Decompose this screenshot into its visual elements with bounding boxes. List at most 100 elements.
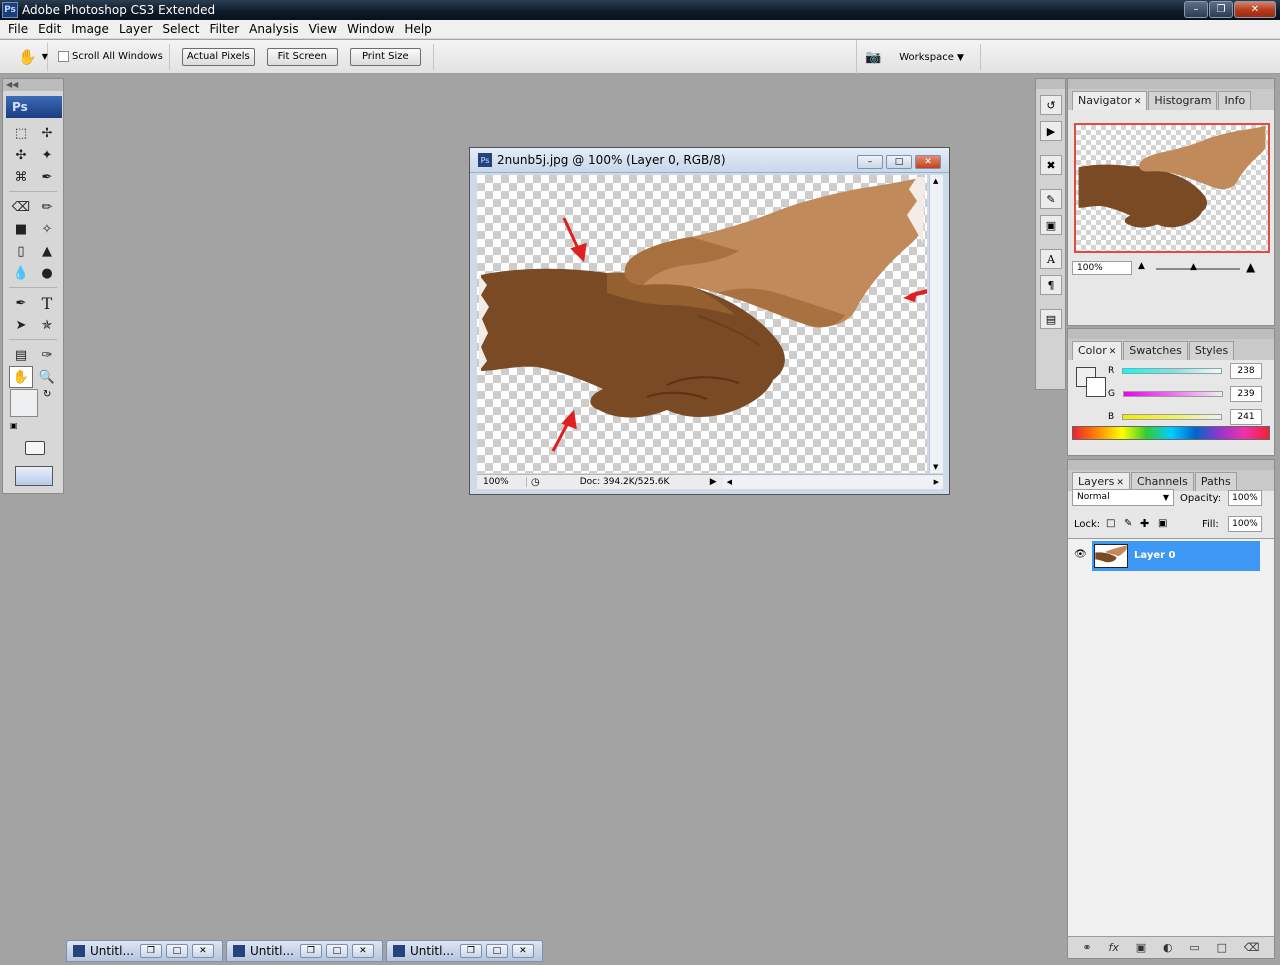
clone-stamp-tool-icon[interactable]: ■ — [9, 218, 33, 240]
document-window[interactable]: Ps 2nunb5j.jpg @ 100% (Layer 0, RGB/8) –… — [469, 147, 950, 495]
tab-paths[interactable]: Paths — [1194, 472, 1237, 491]
color-value-b[interactable]: 241 — [1230, 409, 1262, 425]
layer-row[interactable]: 👁 Layer 0 — [1068, 541, 1262, 571]
color-value-g[interactable]: 239 — [1230, 386, 1262, 402]
blend-mode-select[interactable]: Normal ▼ — [1072, 489, 1174, 506]
menu-analysis[interactable]: Analysis — [244, 22, 303, 36]
swap-colors-icon[interactable]: ↻ — [43, 389, 51, 400]
status-menu-icon[interactable]: ◷ — [531, 477, 540, 488]
minimized-document[interactable]: Untitl... ❐ □ ✕ — [226, 940, 383, 962]
checkbox-box[interactable] — [58, 51, 69, 62]
panel-collapse-handle[interactable]: ◀◀ — [3, 79, 63, 91]
adjustment-icon[interactable]: ◐ — [1163, 941, 1173, 954]
status-arrow-icon[interactable]: ▶ — [710, 477, 717, 487]
tab-info[interactable]: Info — [1218, 91, 1252, 110]
vertical-scrollbar[interactable]: ▲ ▼ — [929, 175, 943, 473]
history-panel-icon[interactable]: ↺ — [1040, 95, 1062, 115]
restore-icon[interactable]: ❐ — [299, 944, 322, 958]
tab-styles[interactable]: Styles — [1188, 341, 1235, 360]
tab-histogram[interactable]: Histogram — [1148, 91, 1218, 110]
trash-icon[interactable]: ⌫ — [1244, 941, 1260, 954]
restore-button[interactable]: ❐ — [1209, 1, 1233, 18]
healing-brush-tool-icon[interactable]: ⌫ — [9, 196, 33, 218]
visibility-eye-icon[interactable]: 👁 — [1074, 549, 1087, 560]
zoom-in-icon[interactable]: ▲ — [1246, 260, 1255, 274]
navigator-zoom-field[interactable]: 100% — [1072, 261, 1132, 275]
lasso-tool-icon[interactable]: ✣ — [9, 144, 33, 166]
lock-transparency-icon[interactable]: □ — [1106, 518, 1115, 529]
menu-file[interactable]: File — [3, 22, 33, 36]
doc-minimize-button[interactable]: – — [857, 155, 883, 169]
close-icon[interactable]: ✕ — [191, 944, 214, 958]
image-canvas[interactable] — [477, 175, 927, 473]
close-button[interactable]: ✕ — [1234, 1, 1276, 18]
fit-screen-button[interactable]: Fit Screen — [266, 47, 338, 66]
clone-source-icon[interactable]: ▣ — [1040, 215, 1062, 235]
panel-header[interactable] — [1068, 79, 1274, 89]
fx-icon[interactable]: fx — [1108, 941, 1118, 954]
color-slider[interactable] — [1122, 414, 1223, 420]
color-slider[interactable] — [1122, 368, 1223, 374]
crop-tool-icon[interactable]: ⌘ — [9, 166, 33, 188]
eraser-tool-icon[interactable]: ▯ — [9, 240, 33, 262]
brush-tool-icon[interactable]: ✏ — [35, 196, 59, 218]
screen-mode-icon[interactable] — [15, 466, 53, 486]
maximize-icon[interactable]: □ — [165, 944, 188, 958]
doc-maximize-button[interactable]: □ — [886, 155, 912, 169]
folder-icon[interactable]: ▭ — [1189, 941, 1199, 954]
zoom-out-icon[interactable]: ▲ — [1138, 261, 1145, 271]
scroll-down-icon[interactable]: ▼ — [933, 463, 938, 471]
actual-pixels-button[interactable]: Actual Pixels — [181, 47, 255, 66]
document-title-bar[interactable]: Ps 2nunb5j.jpg @ 100% (Layer 0, RGB/8) –… — [470, 148, 949, 173]
close-icon[interactable]: ✕ — [1116, 478, 1124, 488]
close-icon[interactable]: ✕ — [511, 944, 534, 958]
type-tool-icon[interactable]: T — [35, 292, 59, 314]
bg-color-preview[interactable] — [1086, 377, 1106, 397]
new-layer-icon[interactable]: □ — [1217, 941, 1227, 954]
color-value-r[interactable]: 238 — [1230, 363, 1262, 379]
navigator-thumbnail[interactable] — [1074, 123, 1270, 253]
ps-logo[interactable]: Ps — [6, 96, 62, 118]
doc-close-button[interactable]: ✕ — [915, 155, 941, 169]
marquee-tool-icon[interactable]: ⬚ — [9, 122, 33, 144]
tool-preset-picker[interactable]: ✋ ▼ — [4, 42, 48, 71]
scroll-left-icon[interactable]: ◀ — [727, 478, 732, 486]
lock-pixels-icon[interactable]: ✎ — [1124, 518, 1132, 529]
dodge-tool-icon[interactable]: ● — [35, 262, 59, 284]
scroll-right-icon[interactable]: ▶ — [934, 478, 939, 486]
layer-comps-icon[interactable]: ▤ — [1040, 309, 1062, 329]
pen-tool-icon[interactable]: ✒ — [9, 292, 33, 314]
menu-view[interactable]: View — [304, 22, 342, 36]
paint-bucket-tool-icon[interactable]: ▲ — [35, 240, 59, 262]
lock-all-icon[interactable]: ▣ — [1158, 518, 1167, 529]
scroll-all-windows-checkbox[interactable]: Scroll All Windows — [58, 51, 163, 62]
character-panel-icon[interactable]: A — [1040, 249, 1062, 269]
restore-icon[interactable]: ❐ — [459, 944, 482, 958]
zoom-slider[interactable] — [1156, 268, 1240, 270]
doc-zoom-field[interactable]: 100% — [477, 477, 527, 487]
tool-presets-icon[interactable]: ✖ — [1040, 155, 1062, 175]
menu-image[interactable]: Image — [66, 22, 114, 36]
minimize-button[interactable]: – — [1184, 1, 1208, 18]
paragraph-panel-icon[interactable]: ¶ — [1040, 275, 1062, 295]
foreground-color-swatch[interactable] — [10, 389, 38, 417]
minimized-document[interactable]: Untitl... ❐ □ ✕ — [386, 940, 543, 962]
color-slider[interactable] — [1122, 391, 1223, 397]
horizontal-scrollbar[interactable]: ◀ ▶ — [722, 475, 943, 489]
maximize-icon[interactable]: □ — [485, 944, 508, 958]
bridge-icon[interactable]: 📷 — [865, 50, 881, 65]
fill-field[interactable]: 100% — [1228, 516, 1262, 532]
color-swatches[interactable]: ↻ ▣ — [10, 389, 56, 431]
link-icon[interactable]: ⚭ — [1082, 941, 1091, 954]
brushes-panel-icon[interactable]: ✎ — [1040, 189, 1062, 209]
blur-tool-icon[interactable]: 💧 — [9, 262, 33, 284]
menu-edit[interactable]: Edit — [33, 22, 66, 36]
magic-wand-tool-icon[interactable]: ✦ — [35, 144, 59, 166]
menu-layer[interactable]: Layer — [114, 22, 157, 36]
print-size-button[interactable]: Print Size — [349, 47, 421, 66]
menu-window[interactable]: Window — [342, 22, 399, 36]
custom-shape-tool-icon[interactable]: ✯ — [35, 314, 59, 336]
tab-color[interactable]: Color ✕ — [1072, 341, 1123, 360]
minimized-document[interactable]: Untitl... ❐ □ ✕ — [66, 940, 223, 962]
maximize-icon[interactable]: □ — [325, 944, 348, 958]
